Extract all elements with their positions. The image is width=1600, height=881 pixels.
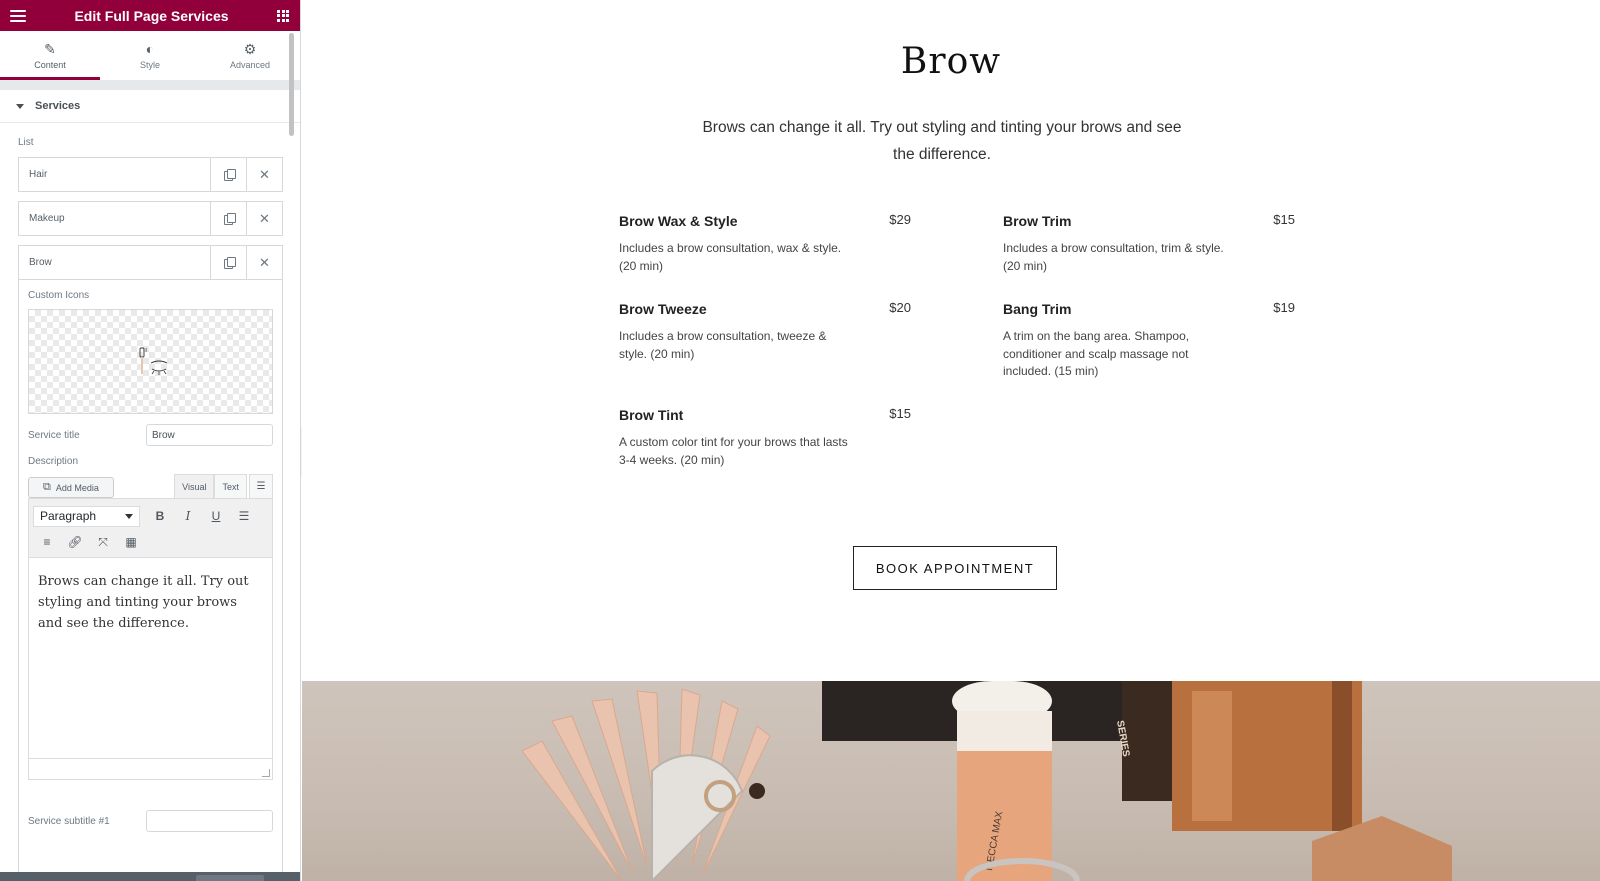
fullscreen-icon[interactable]: ⤧	[89, 530, 117, 554]
numbered-list-icon[interactable]: ≡	[33, 530, 61, 554]
tab-style-label: Style	[139, 59, 160, 70]
tab-advanced-label: Advanced	[229, 59, 271, 70]
tab-advanced[interactable]: ⚙ Advanced	[200, 31, 300, 80]
tab-content-label: Content	[34, 59, 66, 70]
hamburger-menu-icon[interactable]	[10, 9, 26, 22]
service-title: Brow Tweeze	[619, 301, 707, 317]
panel-tabs: ✎ Content ◐ Style ⚙ Advanced	[0, 31, 300, 81]
icon-picker[interactable]	[28, 309, 273, 414]
service-price: $20	[889, 300, 911, 315]
page-preview: Brow Brows can change it all. Try out st…	[302, 0, 1600, 881]
duplicate-button[interactable]	[210, 246, 246, 279]
media-icon: ⧉	[43, 481, 51, 493]
section-toggle-services[interactable]: Services	[0, 90, 300, 123]
beauty-products-photo: MECCA MAX SERIES	[302, 681, 1600, 881]
bold-icon[interactable]: B	[146, 504, 174, 528]
controls: List Hair ✕ Makeup ✕ Brow ✕ Custom Icons	[0, 137, 300, 880]
remove-button[interactable]: ✕	[246, 246, 282, 279]
resize-handle-icon[interactable]	[262, 769, 270, 777]
editor-toolbar: Paragraph B I U ☰ ≡ 🔗︎ ⤧ ▦	[28, 498, 273, 558]
description-editor[interactable]: Brows can change it all. Try out styling…	[28, 558, 273, 780]
service-title-control: Service title Brow	[28, 424, 273, 446]
panel-separator	[0, 81, 300, 90]
close-icon: ✕	[259, 166, 270, 182]
repeater-item-title[interactable]: Brow	[19, 246, 210, 279]
service-title-label: Service title	[28, 429, 80, 441]
duplicate-button[interactable]	[210, 158, 246, 191]
custom-icons-label: Custom Icons	[28, 290, 90, 301]
repeater-item-title[interactable]: Hair	[19, 158, 210, 191]
service-title: Brow Wax & Style	[619, 213, 738, 229]
bullet-list-icon[interactable]: ☰	[230, 504, 258, 528]
gear-icon: ⚙	[243, 40, 257, 57]
format-select[interactable]: Paragraph	[33, 505, 140, 527]
add-media-label: Add Media	[55, 482, 99, 493]
format-select-value: Paragraph	[40, 509, 97, 523]
service-price: $29	[889, 212, 911, 227]
list-label: List	[18, 137, 34, 148]
editor-top-bar: ⧉ Add Media Visual Text ☰	[28, 474, 273, 498]
repeater-item-hair: Hair ✕	[18, 157, 283, 192]
panel-header: Edit Full Page Services	[0, 0, 300, 31]
service-title-input[interactable]: Brow	[146, 424, 273, 446]
section-heading: Brow	[900, 41, 1002, 82]
tab-visual[interactable]: Visual	[174, 474, 215, 498]
tab-style[interactable]: ◐ Style	[100, 31, 200, 80]
remove-button[interactable]: ✕	[246, 158, 282, 191]
widgets-grid-icon[interactable]	[277, 9, 289, 22]
copy-icon	[223, 213, 236, 225]
service-price: $19	[1273, 300, 1295, 315]
link-icon[interactable]: 🔗︎	[61, 530, 89, 554]
service-title: Bang Trim	[1003, 301, 1072, 317]
repeater-item-makeup: Makeup ✕	[18, 201, 283, 236]
service-subtitle-label: Service subtitle #1	[28, 815, 110, 827]
editor-panel: Edit Full Page Services ✎ Content ◐ Styl…	[0, 0, 301, 881]
panel-footer	[0, 872, 300, 881]
copy-icon	[223, 257, 236, 269]
service-subtitle-input[interactable]	[146, 810, 273, 832]
repeater-item-title[interactable]: Makeup	[19, 202, 210, 235]
section-title: Services	[35, 100, 81, 112]
contrast-icon: ◐	[145, 40, 155, 57]
service-price: $15	[889, 406, 911, 421]
book-appointment-button[interactable]: BOOK APPOINTMENT	[853, 546, 1057, 590]
service-description: A trim on the bang area. Shampoo, condit…	[1003, 329, 1190, 378]
panel-title: Edit Full Page Services	[74, 7, 229, 24]
tab-content[interactable]: ✎ Content	[0, 31, 100, 80]
duplicate-button[interactable]	[210, 202, 246, 235]
kitchen-sink-icon[interactable]: ☰	[249, 474, 273, 498]
chevron-down-icon	[125, 513, 133, 519]
footer-tab[interactable]	[196, 875, 264, 881]
brow-lash-icon	[139, 347, 167, 375]
repeater-item-brow: Brow ✕	[18, 245, 283, 280]
editor-statusbar	[29, 758, 272, 779]
description-text: Brows can change it all. Try out styling…	[38, 574, 249, 631]
close-icon: ✕	[259, 254, 270, 270]
editor-mode-tabs: Visual Text ☰	[174, 474, 273, 498]
underline-icon[interactable]: U	[202, 504, 230, 528]
section-intro: Brows can change it all. Try out styling…	[702, 119, 1182, 163]
remove-button[interactable]: ✕	[246, 202, 282, 235]
service-description: Includes a brow consultation, tweeze & s…	[619, 329, 827, 361]
add-media-button[interactable]: ⧉ Add Media	[28, 477, 114, 498]
service-description: Includes a brow consultation, wax & styl…	[619, 241, 842, 273]
service-subtitle-control: Service subtitle #1	[28, 810, 273, 832]
repeater-item-fields: Custom Icons Service title Brow Descript…	[18, 280, 283, 880]
service-description: A custom color tint for your brows that …	[619, 435, 848, 467]
caret-down-icon	[16, 103, 24, 109]
italic-icon[interactable]: I	[174, 504, 202, 528]
close-icon: ✕	[259, 210, 270, 226]
photo-illustration: MECCA MAX SERIES	[521, 681, 1452, 881]
panel-scrollbar[interactable]	[289, 33, 294, 136]
copy-icon	[223, 169, 236, 181]
service-price: $15	[1273, 212, 1295, 227]
tab-text[interactable]: Text	[214, 474, 247, 498]
service-title: Brow Trim	[1003, 213, 1072, 229]
pencil-icon: ✎	[44, 40, 56, 57]
description-label: Description	[28, 456, 79, 467]
toolbar-toggle-icon[interactable]: ▦	[117, 530, 145, 554]
service-title: Brow Tint	[619, 407, 684, 423]
service-description: Includes a brow consultation, trim & sty…	[1003, 241, 1224, 273]
